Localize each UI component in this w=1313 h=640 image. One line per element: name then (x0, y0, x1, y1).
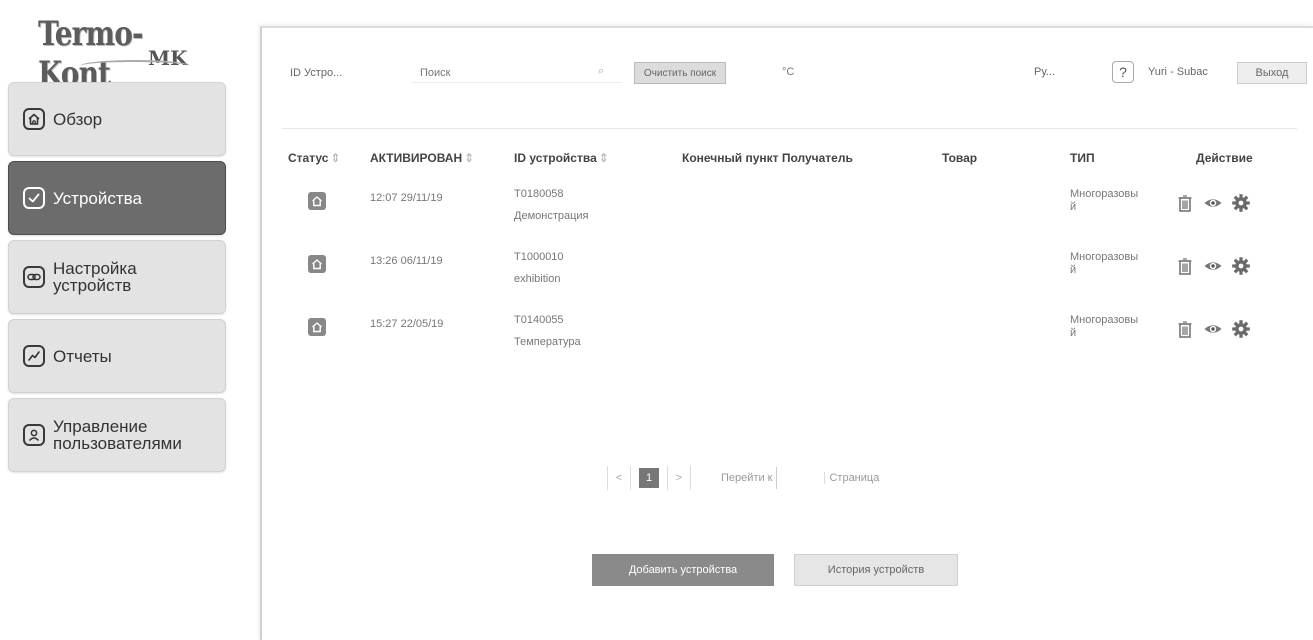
sidebar-item-overview[interactable]: Обзор (8, 82, 226, 156)
clear-search-button[interactable]: Очистить поиск (634, 62, 726, 84)
column-header-product: Товар (942, 151, 978, 165)
row-actions (1174, 192, 1252, 214)
device-name: exhibition (514, 273, 561, 285)
gear-icon[interactable] (1230, 318, 1252, 340)
pagination: < 1 > Перейти к Страница (607, 466, 879, 490)
help-button[interactable]: ? (1112, 61, 1134, 83)
status-home-icon (308, 255, 326, 273)
table-row: 12:07 29/11/19 T0180058 Демонстрация Мно… (282, 178, 1297, 241)
goto-page-input[interactable] (776, 467, 817, 489)
trash-icon[interactable] (1174, 255, 1196, 277)
sidebar-item-devices[interactable]: Устройства (8, 161, 226, 235)
gear-icon[interactable] (1230, 192, 1252, 214)
goto-label: Перейти к (721, 472, 773, 484)
sidebar-item-label: Устройства (53, 188, 142, 208)
gear-icon[interactable] (1230, 255, 1252, 277)
column-header-device-id[interactable]: ID устройства ⇕ (514, 151, 609, 165)
user-icon (23, 424, 45, 446)
sidebar-item-label: Обзор (53, 109, 103, 129)
sidebar-item-label: Управление пользователями (53, 417, 182, 453)
add-devices-button[interactable]: Добавить устройства (592, 554, 774, 586)
trash-icon[interactable] (1174, 318, 1196, 340)
device-type-wrap: й (1070, 201, 1077, 213)
table-header: Статус ⇕ АКТИВИРОВАН ⇕ ID устройства ⇕ Коне… (282, 128, 1297, 178)
device-id: T0180058 (514, 188, 564, 200)
chart-icon (23, 345, 45, 367)
next-page-button[interactable]: > (667, 466, 691, 490)
user-name: Yuri - Subac (1148, 66, 1208, 78)
column-header-destination: Конечный пункт Получатель (682, 151, 853, 165)
link-icon (23, 266, 45, 288)
logo-swoosh (80, 60, 190, 72)
column-header-type: ТИП (1070, 151, 1095, 165)
column-header-action: Действие (1196, 151, 1253, 165)
device-type-wrap: й (1070, 327, 1077, 339)
activated-time: 15:27 22/05/19 (370, 318, 444, 330)
status-home-icon (308, 318, 326, 336)
main-panel: ID Устро... ⌕ Очистить поиск °C Ру... ? … (260, 26, 1313, 640)
temperature-unit-toggle[interactable]: °C (782, 66, 794, 78)
sort-icon: ⇕ (598, 151, 609, 165)
sidebar-item-user-management[interactable]: Управление пользователями (8, 398, 226, 472)
language-select[interactable]: Ру... (1034, 66, 1055, 78)
sort-icon: ⇕ (464, 151, 475, 165)
eye-icon[interactable] (1202, 318, 1224, 340)
column-header-label: АКТИВИРОВАН (370, 151, 463, 165)
device-type: Многоразовы (1070, 251, 1139, 263)
sidebar: Обзор Устройства Настройка устройств Отч… (8, 82, 226, 477)
column-header-label: ID устройства (514, 151, 597, 165)
table-row: 15:27 22/05/19 T0140055 Температура Мног… (282, 304, 1297, 367)
eye-icon[interactable] (1202, 192, 1224, 214)
prev-page-button[interactable]: < (607, 466, 631, 490)
eye-icon[interactable] (1202, 255, 1224, 277)
home-icon (23, 108, 45, 130)
search-input[interactable] (412, 63, 622, 83)
current-page[interactable]: 1 (639, 468, 659, 488)
activated-time: 13:26 06/11/19 (370, 255, 443, 267)
logout-button[interactable]: Выход (1237, 62, 1307, 84)
device-history-button[interactable]: История устройств (794, 554, 958, 586)
column-header-activated[interactable]: АКТИВИРОВАН ⇕ (370, 151, 474, 165)
status-home-icon (308, 192, 326, 210)
device-type: Многоразовы (1070, 314, 1139, 326)
activated-time: 12:07 29/11/19 (370, 192, 443, 204)
search-field-select[interactable]: ID Устро... (284, 63, 402, 83)
row-actions (1174, 318, 1252, 340)
device-id: T1000010 (514, 251, 564, 263)
sort-icon: ⇕ (330, 151, 341, 165)
logo: Termo-Kont MK (20, 10, 210, 94)
sidebar-item-device-settings[interactable]: Настройка устройств (8, 240, 226, 314)
device-id: T0140055 (514, 314, 564, 326)
check-icon (23, 187, 45, 209)
device-type-wrap: й (1070, 264, 1077, 276)
device-name: Демонстрация (514, 210, 589, 222)
device-type: Многоразовы (1070, 188, 1139, 200)
sidebar-item-label: Отчеты (53, 346, 112, 366)
device-name: Температура (514, 336, 581, 348)
devices-table: Статус ⇕ АКТИВИРОВАН ⇕ ID устройства ⇕ Коне… (282, 128, 1297, 367)
search-icon[interactable]: ⌕ (598, 65, 604, 78)
page-label: Страница (824, 472, 879, 484)
toolbar: ID Устро... ⌕ Очистить поиск °C Ру... ? … (262, 28, 1313, 98)
sidebar-item-label: Настройка устройств (53, 259, 137, 295)
sidebar-item-reports[interactable]: Отчеты (8, 319, 226, 393)
trash-icon[interactable] (1174, 192, 1196, 214)
table-row: 13:26 06/11/19 T1000010 exhibition Много… (282, 241, 1297, 304)
row-actions (1174, 255, 1252, 277)
column-header-label: Статус (288, 151, 329, 165)
column-header-status[interactable]: Статус ⇕ (288, 151, 341, 165)
